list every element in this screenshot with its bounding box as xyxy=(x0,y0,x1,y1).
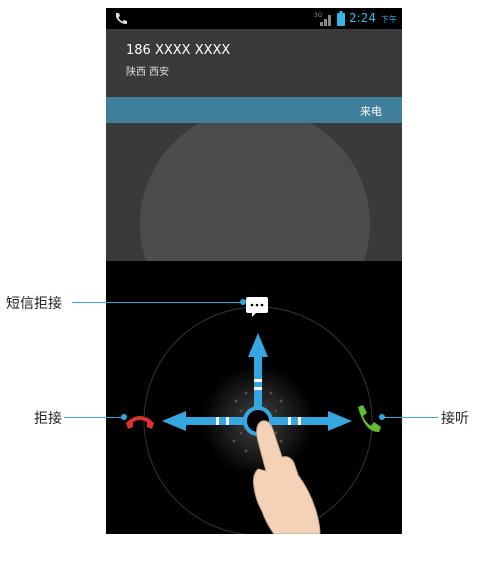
leader-dot-sms xyxy=(240,299,246,305)
caller-avatar xyxy=(140,109,370,261)
hang-up-icon xyxy=(126,416,154,429)
caller-number: 186 XXXX XXXX xyxy=(126,43,231,58)
leader-sms-reject xyxy=(72,302,243,303)
message-icon xyxy=(246,297,268,317)
signal-icon: 3G xyxy=(314,12,331,26)
leader-dot-answer xyxy=(379,414,385,420)
caller-location: 陕西 西安 xyxy=(126,67,170,78)
answer-icon xyxy=(358,405,381,433)
annotation-sms-reject: 短信拒接 xyxy=(6,296,62,312)
incoming-call-bar: 来电 xyxy=(106,97,402,123)
battery-icon xyxy=(337,11,345,26)
leader-reject xyxy=(64,417,124,418)
incoming-call-label: 来电 xyxy=(360,105,382,118)
annotation-reject: 拒接 xyxy=(34,411,62,427)
phone-icon xyxy=(116,13,127,25)
incoming-call-panel: 186 XXXX XXXX 陕西 西安 来电 xyxy=(106,29,402,261)
svg-text:3G: 3G xyxy=(314,12,323,19)
status-bar: 3G 2:24 下午 xyxy=(106,8,402,29)
phone-screen: 3G 2:24 下午 186 XXXX XXXX 陕西 西安 来电 xyxy=(106,8,402,534)
leader-dot-reject xyxy=(121,414,127,420)
leader-answer xyxy=(382,417,438,418)
status-ampm: 下午 xyxy=(381,15,397,24)
status-time: 2:24 xyxy=(349,11,376,25)
annotation-answer: 接听 xyxy=(441,411,469,427)
